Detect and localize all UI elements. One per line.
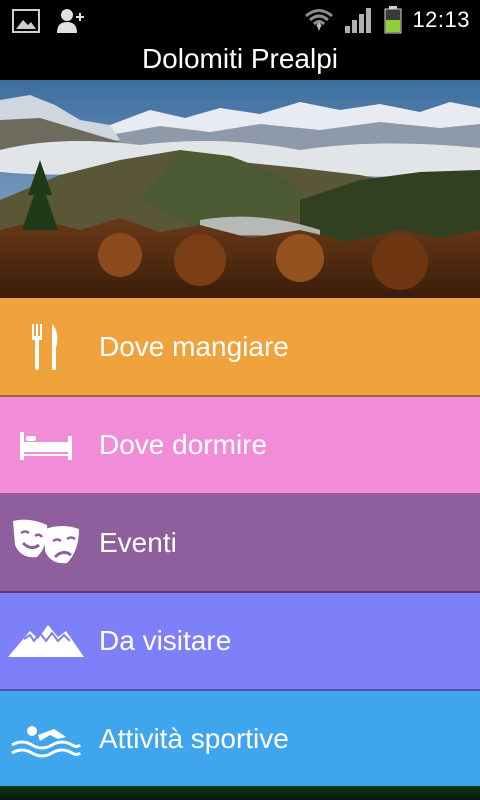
bed-icon <box>8 415 84 475</box>
menu-label: Da visitare <box>99 625 232 656</box>
menu-item-dove-mangiare[interactable]: Dove mangiare <box>0 298 480 397</box>
wifi-icon <box>305 9 334 31</box>
status-bar: 12:13 <box>0 0 480 38</box>
signal-icon <box>345 8 372 33</box>
menu-item-dove-dormire[interactable]: Dove dormire <box>0 397 480 495</box>
menu-label: Dove mangiare <box>99 330 289 362</box>
menu-label: Eventi <box>99 527 177 558</box>
image-icon <box>12 9 40 33</box>
menu-label: Attività sportive <box>99 722 289 754</box>
theater-masks-icon <box>8 513 84 573</box>
menu-label: Dove dormire <box>99 429 268 460</box>
mountains-icon <box>8 611 84 671</box>
swimmer-icon <box>8 709 84 769</box>
add-contact-icon <box>57 9 84 33</box>
menu-item-eventi[interactable]: Eventi <box>0 495 480 593</box>
status-time: 12:13 <box>412 7 470 32</box>
cutlery-icon <box>8 317 84 377</box>
header-landscape-image <box>0 80 480 298</box>
title-bar: Dolomiti Prealpi <box>0 38 480 80</box>
menu-item-attivita-sportive[interactable]: Attività sportive <box>0 691 480 786</box>
battery-icon <box>384 6 402 34</box>
menu-item-da-visitare[interactable]: Da visitare <box>0 593 480 691</box>
page-title: Dolomiti Prealpi <box>141 43 339 74</box>
bottom-strip <box>0 786 480 800</box>
